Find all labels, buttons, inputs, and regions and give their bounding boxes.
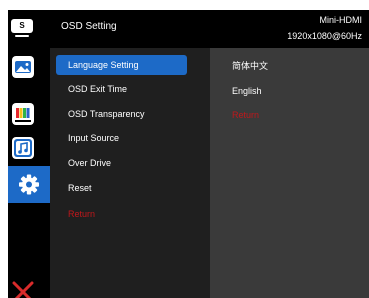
color-bars-icon[interactable] [12,103,34,125]
music-note-icon[interactable] [12,137,34,159]
language-options: 简体中文 English Return [210,48,369,298]
resolution-label: 1920x1080@60Hz [287,31,362,41]
option-english[interactable]: English [232,81,262,101]
brand-icon: S [11,19,33,33]
option-simplified-chinese[interactable]: 简体中文 [232,56,268,76]
menu-item-return[interactable]: Return [56,204,187,224]
settings-menu: Language Setting OSD Exit Time OSD Trans… [50,48,210,298]
option-return[interactable]: Return [232,105,259,125]
sidebar [8,48,50,298]
brand-icon-underline [11,35,33,38]
page-title: OSD Setting [61,21,117,32]
osd-window: S OSD Setting Mini-HDMI 1920x1080@60Hz L… [8,10,369,298]
menu-item-reset[interactable]: Reset [56,178,187,198]
brand-icon-letter: S [19,21,25,30]
image-icon[interactable] [12,56,34,78]
menu-item-over-drive[interactable]: Over Drive [56,153,187,173]
menu-item-osd-exit-time[interactable]: OSD Exit Time [56,79,187,99]
menu-item-input-source[interactable]: Input Source [56,128,187,148]
input-source-label: Mini-HDMI [319,15,363,25]
menu-item-osd-transparency[interactable]: OSD Transparency [56,104,187,124]
gear-icon[interactable] [8,166,50,203]
menu-item-language-setting[interactable]: Language Setting [56,55,187,75]
osd-header: S OSD Setting Mini-HDMI 1920x1080@60Hz [8,10,369,48]
close-icon[interactable] [10,279,36,298]
